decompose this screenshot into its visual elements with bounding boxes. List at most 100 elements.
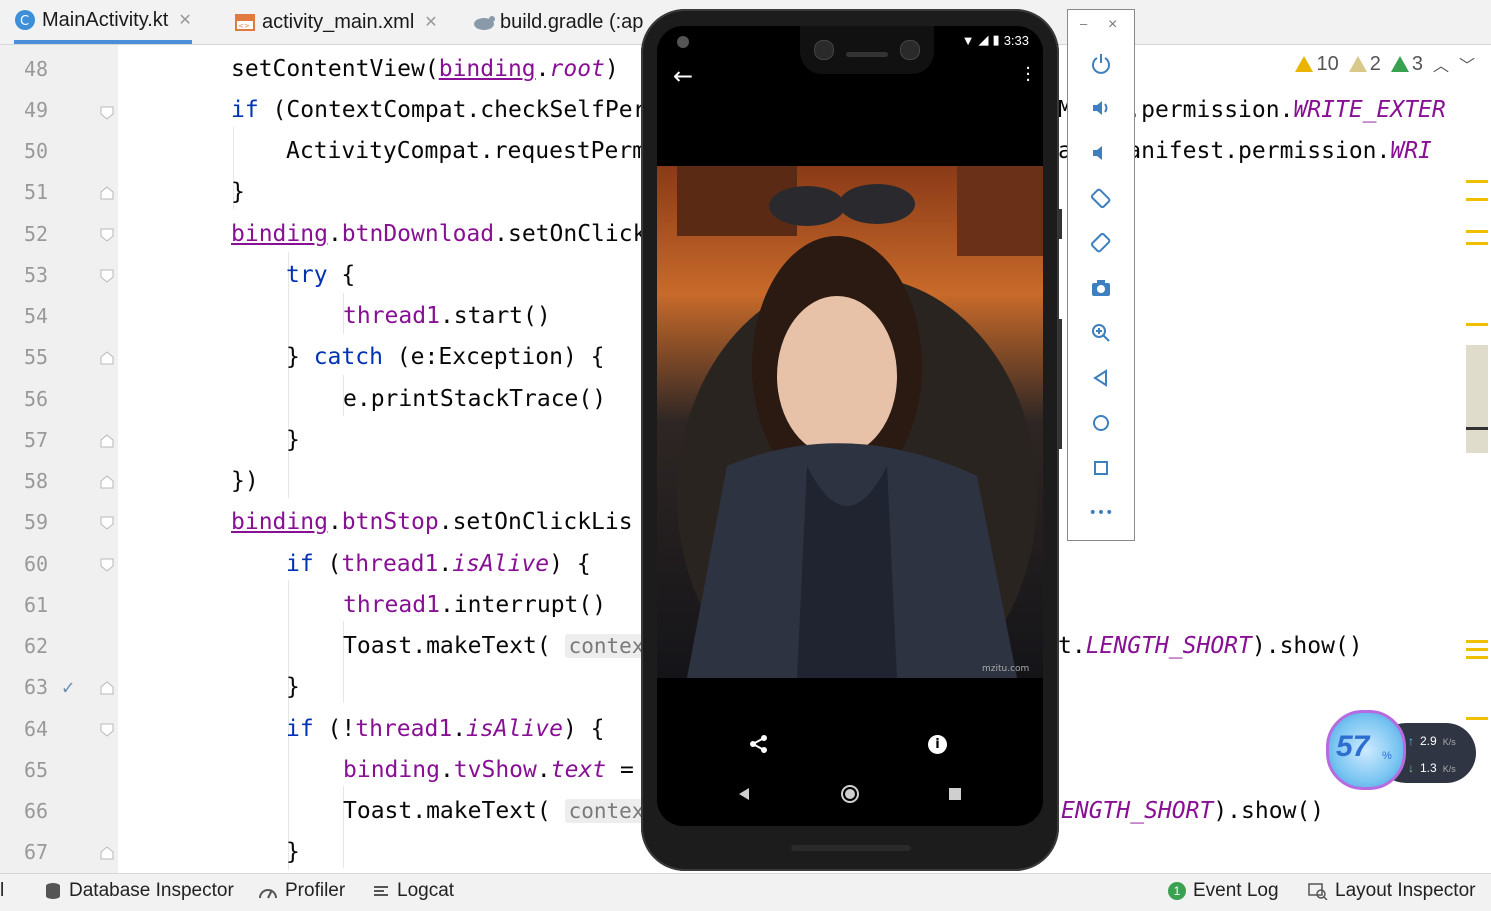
- home-icon[interactable]: [1088, 410, 1114, 436]
- event-log-button[interactable]: 1 Event Log: [1168, 880, 1279, 902]
- typo-icon: [1390, 56, 1409, 72]
- code-line-59: binding.btnStop.setOnClickLis: [231, 509, 633, 535]
- percent-sign: %: [1382, 750, 1392, 762]
- line-number: 50: [24, 139, 49, 163]
- front-camera-icon: [677, 36, 689, 48]
- line-number: 58: [24, 469, 49, 493]
- warning-count[interactable]: 2: [1348, 53, 1381, 76]
- wifi-icon: ▼: [961, 32, 975, 48]
- line-number: 63: [24, 675, 49, 699]
- camera-notch: [800, 26, 934, 74]
- power-icon[interactable]: [1088, 50, 1114, 76]
- fold-icon[interactable]: [100, 228, 114, 242]
- rotate-right-icon[interactable]: [1088, 230, 1114, 256]
- download-speed: ↓ 1.3 K/s: [1408, 761, 1456, 775]
- fold-icon[interactable]: [100, 723, 114, 737]
- chevron-up-icon[interactable]: ︿: [1433, 52, 1449, 76]
- fold-icon[interactable]: [100, 846, 114, 860]
- database-inspector-button[interactable]: Database Inspector: [44, 880, 234, 902]
- event-log-badge: 1: [1168, 882, 1186, 900]
- status-bar: ▼ ◢ ▮ 3:33: [962, 32, 1029, 48]
- memory-percent: 57: [1336, 730, 1370, 763]
- device-speaker: [791, 845, 911, 851]
- photo-image: mzitu.com: [657, 166, 1043, 678]
- device-screen[interactable]: ▼ ◢ ▮ 3:33 ← · · · mzitu.com i: [657, 26, 1043, 826]
- line-number: 60: [24, 552, 49, 576]
- code-line-52: binding.btnDownload.setOnClick: [231, 221, 647, 247]
- close-icon[interactable]: ✕: [424, 12, 437, 32]
- chevron-down-icon[interactable]: ﹀: [1459, 52, 1475, 76]
- line-number: 53: [24, 263, 49, 287]
- code-line-48: setContentView(binding.root): [231, 56, 619, 82]
- line-number: 57: [24, 428, 49, 452]
- network-speed-widget[interactable]: 57 % ↑ 2.9 K/s ↓ 1.3 K/s: [1326, 708, 1476, 792]
- share-icon[interactable]: [749, 734, 769, 759]
- overflow-menu-icon[interactable]: · · ·: [1025, 60, 1031, 90]
- tab-label: MainActivity.kt: [42, 8, 169, 31]
- layout-inspector-icon: [1308, 883, 1328, 900]
- fold-icon[interactable]: [100, 351, 114, 365]
- checkmark-icon: ✓: [62, 675, 75, 699]
- minimize-icon[interactable]: –: [1080, 16, 1087, 31]
- fold-icon[interactable]: [100, 516, 114, 530]
- camera-icon[interactable]: [1088, 275, 1114, 301]
- logcat-button[interactable]: Logcat: [372, 880, 454, 902]
- overview-icon[interactable]: [1088, 455, 1114, 481]
- volume-down-icon[interactable]: [1088, 140, 1114, 166]
- line-number: 67: [24, 840, 49, 864]
- profiler-button[interactable]: Profiler: [258, 880, 345, 902]
- back-icon[interactable]: [1088, 365, 1114, 391]
- rotate-left-icon[interactable]: [1088, 185, 1114, 211]
- fold-icon[interactable]: [100, 681, 114, 695]
- back-arrow-icon[interactable]: ←: [673, 62, 693, 90]
- fold-icon[interactable]: [100, 475, 114, 489]
- info-icon[interactable]: i: [928, 735, 947, 754]
- line-number: 51: [24, 180, 49, 204]
- line-number: 61: [24, 593, 49, 617]
- tab-build-gradle[interactable]: build.gradle (:ap: [472, 0, 643, 44]
- volume-up-icon[interactable]: [1088, 95, 1114, 121]
- layout-inspector-button[interactable]: Layout Inspector: [1308, 880, 1475, 902]
- line-number: 66: [24, 799, 49, 823]
- more-icon[interactable]: •••: [1088, 500, 1114, 526]
- code-line-62: Toast.makeText( context:: [343, 626, 674, 667]
- inspection-widget[interactable]: 10 2 3 ︿ ﹀: [1295, 52, 1475, 76]
- code-line-62-right: t.LENGTH_SHORT).show(): [1058, 633, 1363, 659]
- nav-recents-icon[interactable]: [949, 788, 961, 800]
- code-line-54: thread1.start(): [343, 303, 551, 329]
- nav-back-icon[interactable]: [737, 786, 751, 805]
- kotlin-class-icon: C: [14, 9, 36, 31]
- code-line-55: } catch (e:Exception) {: [286, 344, 605, 370]
- fold-icon[interactable]: [100, 106, 114, 120]
- download-arrow-icon: ↓: [1408, 761, 1414, 775]
- device-power-key: [1058, 209, 1062, 239]
- code-line-64: if (!thread1.isAlive) {: [286, 716, 605, 742]
- upload-arrow-icon: ↑: [1408, 734, 1414, 748]
- tab-activity-main-xml[interactable]: <> activity_main.xml ✕: [234, 0, 438, 44]
- line-number: 59: [24, 510, 49, 534]
- nav-home-icon[interactable]: [840, 784, 860, 808]
- tab-mainactivity[interactable]: C MainActivity.kt ✕: [14, 0, 192, 44]
- line-number: 54: [24, 304, 49, 328]
- warning-icon: [1295, 56, 1314, 72]
- fold-icon[interactable]: [100, 558, 114, 572]
- code-line-50: ActivityCompat.requestPerm: [286, 138, 647, 164]
- fold-icon[interactable]: [100, 269, 114, 283]
- code-line-58: }): [231, 468, 259, 494]
- code-line-57: }: [286, 427, 300, 453]
- code-line-60: if (thread1.isAlive) {: [286, 551, 591, 577]
- code-line-61: thread1.interrupt(): [343, 592, 607, 618]
- zoom-icon[interactable]: [1088, 320, 1114, 346]
- tool-window-bar: l Database Inspector Profiler Logcat 1 E…: [0, 873, 1491, 911]
- close-icon[interactable]: ×: [1108, 16, 1117, 34]
- code-line-66: Toast.makeText( context:: [343, 791, 674, 832]
- fold-icon[interactable]: [100, 434, 114, 448]
- emulator-device: ▼ ◢ ▮ 3:33 ← · · · mzitu.com i: [641, 9, 1062, 871]
- line-number: 56: [24, 387, 49, 411]
- typo-count[interactable]: 3: [1390, 53, 1423, 76]
- fold-icon[interactable]: [100, 186, 114, 200]
- close-icon[interactable]: ✕: [178, 10, 191, 30]
- code-line-51: }: [231, 179, 245, 205]
- weak-warning-count[interactable]: 10: [1295, 53, 1339, 76]
- gradle-icon: [472, 11, 495, 33]
